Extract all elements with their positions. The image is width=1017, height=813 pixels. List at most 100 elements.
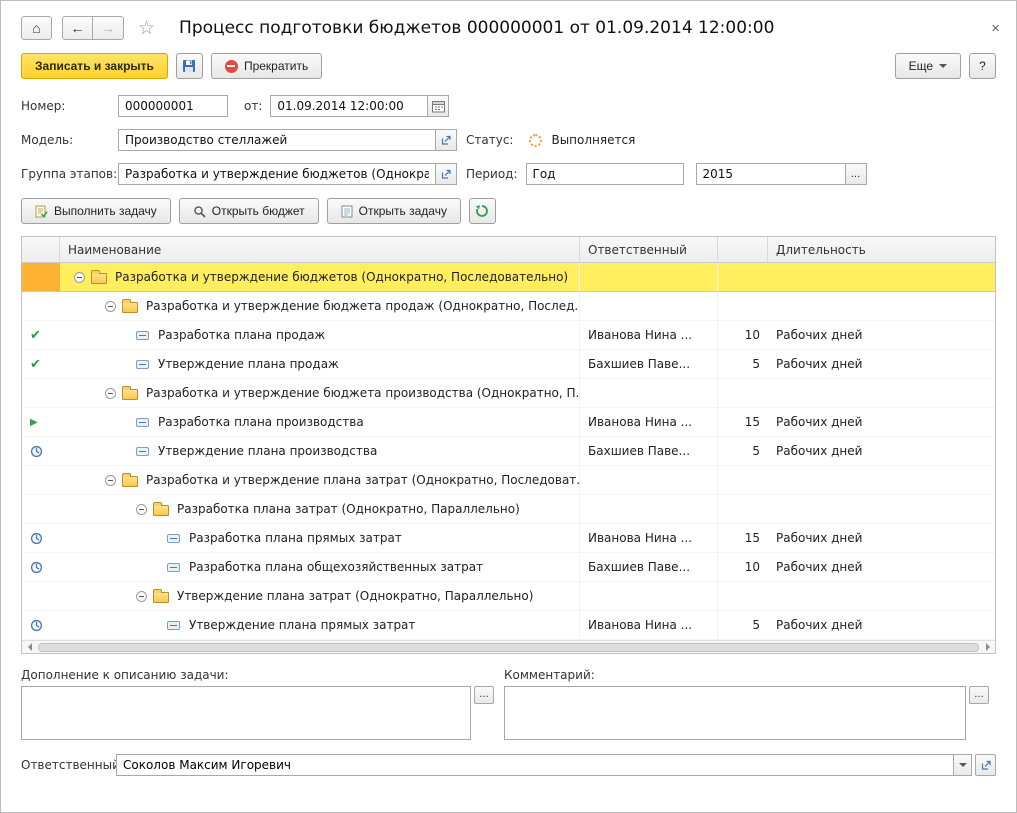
header-duration-column[interactable]: Длительность [768, 237, 995, 262]
row-status-cell: ✔ [22, 321, 60, 349]
responsible-open-button[interactable] [975, 754, 996, 776]
table-row[interactable]: Разработка и утверждение бюджета продаж … [22, 292, 995, 321]
date-label: от: [244, 99, 262, 113]
row-status-cell [22, 582, 60, 610]
table-row[interactable]: Разработка и утверждение бюджета произво… [22, 379, 995, 408]
date-input[interactable] [270, 95, 428, 117]
period-year-input[interactable] [696, 163, 846, 185]
task-marker-icon [136, 418, 149, 427]
command-bar: Записать и закрыть Прекратить Еще ? [1, 49, 1016, 79]
stop-process-button[interactable]: Прекратить [211, 53, 322, 79]
home-button[interactable]: ⌂ [21, 16, 52, 40]
period-year-select-button[interactable]: ... [846, 163, 867, 185]
table-row[interactable]: ✔Разработка плана продажИванова Нина ...… [22, 321, 995, 350]
row-name-cell: Разработка плана производства [60, 408, 580, 436]
responsible-combo [116, 754, 972, 776]
table-row[interactable]: Утверждение плана прямых затратИванова Н… [22, 611, 995, 640]
more-button[interactable]: Еще [895, 53, 961, 79]
back-button[interactable]: ← [62, 16, 93, 40]
comment-block: Комментарий: ... [504, 668, 989, 740]
collapse-minus-icon[interactable] [105, 475, 116, 486]
forward-button[interactable]: → [93, 16, 124, 40]
horizontal-scrollbar[interactable] [22, 640, 995, 653]
document-icon [341, 205, 353, 218]
open-task-button[interactable]: Открыть задачу [327, 198, 461, 224]
row-responsible-cell [580, 292, 718, 320]
task-description-block: Дополнение к описанию задачи: ... [21, 668, 494, 740]
row-status-cell [22, 524, 60, 552]
comment-expand-button[interactable]: ... [969, 686, 989, 704]
header-status-column[interactable] [22, 237, 60, 262]
row-name-cell: Разработка и утверждение бюджета продаж … [60, 292, 580, 320]
close-icon: × [991, 20, 1000, 37]
stage-group-input[interactable] [118, 163, 436, 185]
table-row[interactable]: Разработка плана затрат (Однократно, Пар… [22, 495, 995, 524]
task-marker-icon [167, 534, 180, 543]
comment-wrap: ... [504, 686, 989, 740]
table-row[interactable]: Разработка и утверждение плана затрат (О… [22, 466, 995, 495]
scrollbar-thumb[interactable] [38, 643, 979, 652]
table-row[interactable]: Разработка плана прямых затратИванова Ни… [22, 524, 995, 553]
save-and-close-button[interactable]: Записать и закрыть [21, 53, 168, 79]
row-responsible-cell: Бахшиев Паве... [580, 350, 718, 378]
bottom-panel: Дополнение к описанию задачи: ... Коммен… [1, 654, 1016, 740]
header-duration-number-column[interactable] [718, 237, 768, 262]
header-responsible-column[interactable]: Ответственный [580, 237, 718, 262]
table-row[interactable]: Утверждение плана затрат (Однократно, Па… [22, 582, 995, 611]
responsible-dropdown-button[interactable] [953, 754, 972, 776]
home-icon: ⌂ [32, 20, 40, 36]
table-row[interactable]: Разработка и утверждение бюджетов (Однок… [22, 263, 995, 292]
task-description-wrap: ... [21, 686, 494, 740]
stage-group-label: Группа этапов: [21, 167, 118, 181]
grid-body: Разработка и утверждение бюджетов (Однок… [22, 263, 995, 640]
open-budget-label: Открыть бюджет [212, 204, 305, 218]
table-row[interactable]: ✔Утверждение плана продажБахшиев Паве...… [22, 350, 995, 379]
number-label: Номер: [21, 99, 118, 113]
scroll-right-icon [986, 643, 994, 651]
table-row[interactable]: ▶Разработка плана производстваИванова Ни… [22, 408, 995, 437]
number-input[interactable] [118, 95, 228, 117]
scroll-left-button[interactable] [22, 641, 36, 653]
save-button[interactable] [176, 53, 203, 79]
collapse-minus-icon[interactable] [136, 591, 147, 602]
collapse-minus-icon[interactable] [105, 388, 116, 399]
collapse-minus-icon[interactable] [136, 504, 147, 515]
row-duration-unit-cell: Рабочих дней [768, 321, 995, 349]
open-budget-button[interactable]: Открыть бюджет [179, 198, 319, 224]
stage-group-name: Разработка плана затрат (Однократно, Пар… [177, 502, 520, 516]
task-description-textarea[interactable] [21, 686, 471, 740]
model-open-button[interactable] [436, 129, 457, 151]
calendar-button[interactable] [428, 95, 449, 117]
favorite-star-button[interactable]: ☆ [138, 17, 155, 40]
open-task-label: Открыть задачу [359, 204, 447, 218]
completed-check-icon: ✔ [30, 357, 41, 372]
model-input[interactable] [118, 129, 436, 151]
pending-clock-icon [30, 532, 43, 545]
header-name-column[interactable]: Наименование [60, 237, 580, 262]
responsible-input[interactable] [116, 754, 953, 776]
stage-group-row: Группа этапов: Период: ... [21, 162, 996, 186]
period-kind-input[interactable] [526, 163, 684, 185]
collapse-minus-icon[interactable] [105, 301, 116, 312]
refresh-button[interactable] [469, 198, 496, 224]
task-description-expand-button[interactable]: ... [474, 686, 494, 704]
scroll-right-button[interactable] [981, 641, 995, 653]
model-label: Модель: [21, 133, 118, 147]
task-marker-icon [136, 447, 149, 456]
close-button[interactable]: × [991, 20, 1000, 37]
stage-group-open-button[interactable] [436, 163, 457, 185]
comment-textarea[interactable] [504, 686, 966, 740]
open-link-icon [440, 168, 452, 180]
ellipsis-icon: ... [974, 690, 984, 700]
execute-task-label: Выполнить задачу [54, 204, 157, 218]
collapse-minus-icon[interactable] [74, 272, 85, 283]
execute-task-button[interactable]: Выполнить задачу [21, 198, 171, 224]
magnifier-icon [193, 205, 206, 218]
pending-clock-icon [30, 619, 43, 632]
row-name-cell: Утверждение плана затрат (Однократно, Па… [60, 582, 580, 610]
row-responsible-cell: Бахшиев Паве... [580, 437, 718, 465]
table-row[interactable]: Разработка плана общехозяйственных затра… [22, 553, 995, 582]
help-button[interactable]: ? [969, 53, 996, 79]
task-name: Разработка плана прямых затрат [189, 531, 402, 545]
table-row[interactable]: Утверждение плана производстваБахшиев Па… [22, 437, 995, 466]
